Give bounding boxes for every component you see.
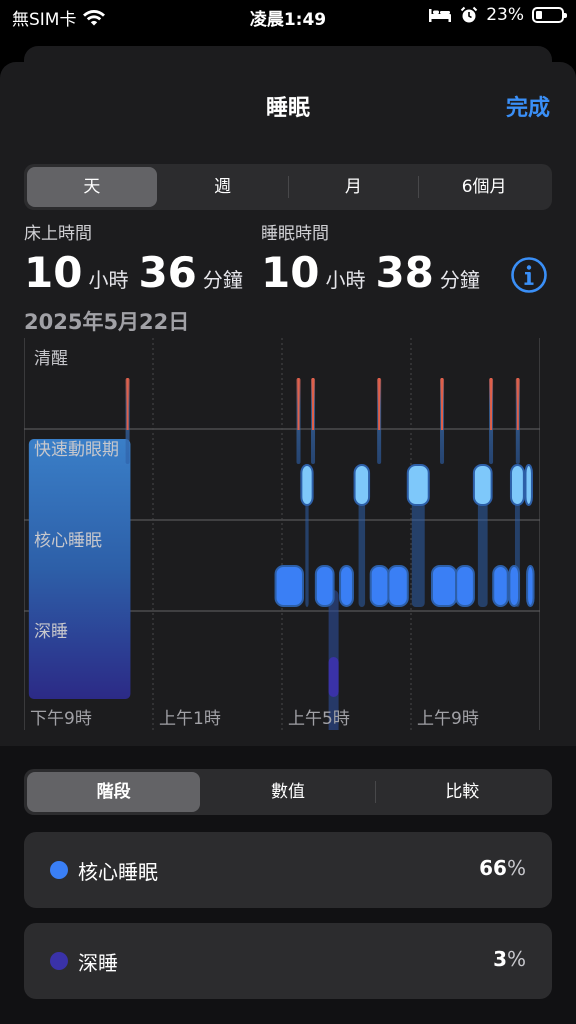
tab-day[interactable]: 天 xyxy=(27,167,157,207)
awake-line xyxy=(297,378,300,430)
x-tick-label: 上午9時 xyxy=(417,709,479,729)
deep-sleep-block xyxy=(328,657,339,697)
x-tick-label: 上午5時 xyxy=(288,709,350,729)
legend-value: 66% xyxy=(479,856,526,880)
in-bed-label: 床上時間 xyxy=(24,224,92,244)
sleep-sheet: 睡眠 完成 天 週 月 6個月 床上時間 10 小時 36 分鐘 睡眠時間 10… xyxy=(0,62,576,1024)
awake-line xyxy=(312,378,315,430)
battery-icon xyxy=(532,7,567,23)
rem-sleep-block xyxy=(300,464,314,506)
period-segmented-control: 天 週 月 6個月 xyxy=(24,164,552,210)
battery-percent: 23% xyxy=(486,5,524,25)
asleep-hours: 10 xyxy=(261,248,320,297)
y-category-label: 深睡 xyxy=(34,622,68,642)
legend-unit: % xyxy=(506,947,526,971)
x-tick-label: 下午9時 xyxy=(30,709,92,729)
status-right: 23% xyxy=(428,5,567,25)
in-bed-hours-unit: 小時 xyxy=(88,268,129,292)
legend-name: 深睡 xyxy=(78,951,118,975)
awake-line xyxy=(441,378,444,430)
legend-item-deep[interactable]: 深睡 3% xyxy=(24,923,552,999)
bed-icon xyxy=(429,9,452,22)
awake-line xyxy=(490,378,493,430)
core-sleep-block xyxy=(492,565,509,607)
chart-svg: 清醒快速動眼期核心睡眠深睡下午9時 上午1時 上午5時 上午9時 xyxy=(24,338,540,730)
core-sleep-block xyxy=(274,565,304,607)
done-button[interactable]: 完成 xyxy=(506,90,550,122)
core-sleep-block xyxy=(339,565,354,607)
in-bed-minutes: 36 xyxy=(138,248,197,297)
y-category-label: 清醒 xyxy=(34,349,68,369)
rem-sleep-block xyxy=(472,464,493,506)
core-sleep-block xyxy=(455,565,475,607)
y-category-label: 核心睡眠 xyxy=(34,531,102,551)
y-category-label: 快速動眼期 xyxy=(34,440,119,460)
core-sleep-dot xyxy=(50,861,68,879)
legend-unit: % xyxy=(506,856,526,880)
detail-segmented-control: 階段 數值 比較 xyxy=(24,769,552,815)
asleep-minutes: 38 xyxy=(375,248,434,297)
in-bed-hours: 10 xyxy=(24,248,83,297)
core-sleep-block xyxy=(430,565,458,607)
tab-week[interactable]: 週 xyxy=(158,167,288,207)
rem-sleep-block xyxy=(524,464,533,506)
deep-sleep-dot xyxy=(50,952,68,970)
core-sleep-block xyxy=(526,565,535,607)
tab-values[interactable]: 數值 xyxy=(201,772,374,812)
alarm-icon xyxy=(460,6,478,23)
core-sleep-block xyxy=(387,565,409,607)
core-sleep-block xyxy=(508,565,521,607)
rem-sleep-block xyxy=(509,464,525,506)
rem-sleep-block xyxy=(406,464,430,506)
x-tick-label: 上午1時 xyxy=(159,709,221,729)
awake-line xyxy=(378,378,381,430)
date-label: 2025年5月22日 xyxy=(24,310,190,334)
asleep-label: 睡眠時間 xyxy=(261,224,329,244)
asleep-value: 10 小時 38 分鐘 xyxy=(261,248,484,297)
tab-stages[interactable]: 階段 xyxy=(27,772,201,812)
info-icon[interactable] xyxy=(510,256,548,294)
asleep-minutes-unit: 分鐘 xyxy=(439,268,480,292)
sleep-stages-chart: 清醒快速動眼期核心睡眠深睡下午9時 上午1時 上午5時 上午9時 xyxy=(24,338,540,730)
legend-number: 3 xyxy=(493,947,507,971)
awake-line xyxy=(516,378,519,430)
tab-compare[interactable]: 比較 xyxy=(376,772,549,812)
awake-line xyxy=(126,378,129,430)
in-bed-value: 10 小時 36 分鐘 xyxy=(24,248,247,297)
in-bed-minutes-unit: 分鐘 xyxy=(202,268,243,292)
battery-fill xyxy=(536,11,542,19)
page-title: 睡眠 xyxy=(265,96,310,121)
asleep-hours-unit: 小時 xyxy=(325,268,366,292)
legend-number: 66 xyxy=(479,856,507,880)
chart-bars xyxy=(28,378,535,699)
legend-item-core[interactable]: 核心睡眠 66% xyxy=(24,832,552,908)
rem-sleep-block xyxy=(353,464,371,506)
core-sleep-block xyxy=(28,439,131,699)
legend-value: 3% xyxy=(493,947,526,971)
core-sleep-block xyxy=(314,565,335,607)
legend-name: 核心睡眠 xyxy=(78,860,158,884)
tab-6-months[interactable]: 6個月 xyxy=(419,167,549,207)
tab-month[interactable]: 月 xyxy=(289,167,419,207)
status-bar: 無SIM卡 凌晨1:49 23% xyxy=(0,0,576,34)
core-sleep-block xyxy=(369,565,390,607)
